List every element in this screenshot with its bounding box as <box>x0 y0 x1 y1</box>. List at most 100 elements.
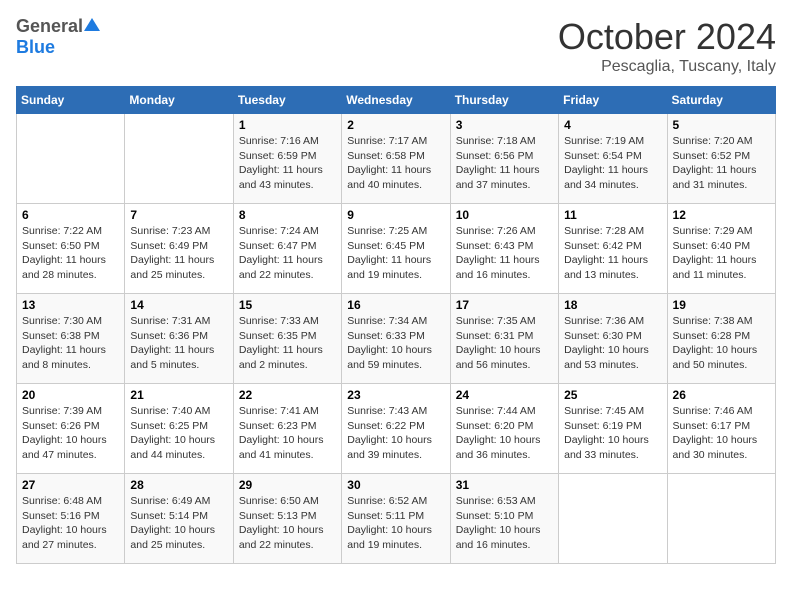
calendar-cell: 19 Sunrise: 7:38 AMSunset: 6:28 PMDayligh… <box>667 294 775 384</box>
day-info: Sunrise: 7:23 AMSunset: 6:49 PMDaylight:… <box>130 224 227 283</box>
calendar-cell: 26 Sunrise: 7:46 AMSunset: 6:17 PMDayligh… <box>667 384 775 474</box>
day-info: Sunrise: 7:17 AMSunset: 6:58 PMDaylight:… <box>347 134 444 193</box>
calendar-cell <box>667 474 775 564</box>
day-number: 31 <box>456 478 553 492</box>
day-info: Sunrise: 7:43 AMSunset: 6:22 PMDaylight:… <box>347 404 444 463</box>
calendar-cell: 30 Sunrise: 6:52 AMSunset: 5:11 PMDayligh… <box>342 474 450 564</box>
month-title: October 2024 <box>558 16 776 58</box>
day-number: 23 <box>347 388 444 402</box>
day-info: Sunrise: 7:38 AMSunset: 6:28 PMDaylight:… <box>673 314 770 373</box>
calendar-cell: 31 Sunrise: 6:53 AMSunset: 5:10 PMDayligh… <box>450 474 558 564</box>
week-row-3: 13 Sunrise: 7:30 AMSunset: 6:38 PMDayligh… <box>17 294 776 384</box>
day-number: 17 <box>456 298 553 312</box>
day-info: Sunrise: 7:26 AMSunset: 6:43 PMDaylight:… <box>456 224 553 283</box>
calendar-cell: 14 Sunrise: 7:31 AMSunset: 6:36 PMDayligh… <box>125 294 233 384</box>
day-number: 22 <box>239 388 336 402</box>
day-number: 10 <box>456 208 553 222</box>
day-number: 14 <box>130 298 227 312</box>
logo: General Blue <box>16 16 100 58</box>
day-info: Sunrise: 7:40 AMSunset: 6:25 PMDaylight:… <box>130 404 227 463</box>
day-number: 4 <box>564 118 661 132</box>
day-number: 28 <box>130 478 227 492</box>
day-info: Sunrise: 6:53 AMSunset: 5:10 PMDaylight:… <box>456 494 553 553</box>
weekday-header-thursday: Thursday <box>450 87 558 114</box>
day-info: Sunrise: 7:24 AMSunset: 6:47 PMDaylight:… <box>239 224 336 283</box>
calendar-cell: 22 Sunrise: 7:41 AMSunset: 6:23 PMDayligh… <box>233 384 341 474</box>
day-number: 21 <box>130 388 227 402</box>
day-info: Sunrise: 7:28 AMSunset: 6:42 PMDaylight:… <box>564 224 661 283</box>
day-number: 12 <box>673 208 770 222</box>
calendar-cell: 1 Sunrise: 7:16 AMSunset: 6:59 PMDaylight… <box>233 114 341 204</box>
day-info: Sunrise: 7:41 AMSunset: 6:23 PMDaylight:… <box>239 404 336 463</box>
calendar-cell: 28Sunrise: 6:49 AMSunset: 5:14 PMDayligh… <box>125 474 233 564</box>
day-number: 3 <box>456 118 553 132</box>
day-info: Sunrise: 7:22 AMSunset: 6:50 PMDaylight:… <box>22 224 119 283</box>
day-number: 13 <box>22 298 119 312</box>
weekday-header-tuesday: Tuesday <box>233 87 341 114</box>
day-number: 19 <box>673 298 770 312</box>
day-info: Sunrise: 7:45 AMSunset: 6:19 PMDaylight:… <box>564 404 661 463</box>
day-info: Sunrise: 7:20 AMSunset: 6:52 PMDaylight:… <box>673 134 770 193</box>
calendar-cell: 15 Sunrise: 7:33 AMSunset: 6:35 PMDayligh… <box>233 294 341 384</box>
day-info: Sunrise: 7:33 AMSunset: 6:35 PMDaylight:… <box>239 314 336 373</box>
calendar-cell: 11 Sunrise: 7:28 AMSunset: 6:42 PMDayligh… <box>559 204 667 294</box>
weekday-header-row: SundayMondayTuesdayWednesdayThursdayFrid… <box>17 87 776 114</box>
day-info: Sunrise: 7:34 AMSunset: 6:33 PMDaylight:… <box>347 314 444 373</box>
calendar-cell: 4 Sunrise: 7:19 AMSunset: 6:54 PMDaylight… <box>559 114 667 204</box>
calendar-cell: 16 Sunrise: 7:34 AMSunset: 6:33 PMDayligh… <box>342 294 450 384</box>
day-number: 16 <box>347 298 444 312</box>
calendar-cell: 6 Sunrise: 7:22 AMSunset: 6:50 PMDaylight… <box>17 204 125 294</box>
day-info: Sunrise: 7:46 AMSunset: 6:17 PMDaylight:… <box>673 404 770 463</box>
week-row-4: 20 Sunrise: 7:39 AMSunset: 6:26 PMDayligh… <box>17 384 776 474</box>
calendar-table: SundayMondayTuesdayWednesdayThursdayFrid… <box>16 86 776 564</box>
calendar-cell <box>17 114 125 204</box>
logo-general: General <box>16 16 83 37</box>
calendar-cell: 25 Sunrise: 7:45 AMSunset: 6:19 PMDayligh… <box>559 384 667 474</box>
day-number: 24 <box>456 388 553 402</box>
day-info: Sunrise: 6:52 AMSunset: 5:11 PMDaylight:… <box>347 494 444 553</box>
day-number: 1 <box>239 118 336 132</box>
day-number: 26 <box>673 388 770 402</box>
calendar-cell <box>125 114 233 204</box>
day-info: Sunrise: 7:30 AMSunset: 6:38 PMDaylight:… <box>22 314 119 373</box>
day-number: 20 <box>22 388 119 402</box>
day-info: Sunrise: 7:39 AMSunset: 6:26 PMDaylight:… <box>22 404 119 463</box>
calendar-cell: 9Sunrise: 7:25 AMSunset: 6:45 PMDaylight… <box>342 204 450 294</box>
day-info: Sunrise: 7:19 AMSunset: 6:54 PMDaylight:… <box>564 134 661 193</box>
logo-triangle-icon <box>84 18 100 31</box>
page-header: General Blue October 2024 Pescaglia, Tus… <box>16 16 776 76</box>
week-row-1: 1 Sunrise: 7:16 AMSunset: 6:59 PMDaylight… <box>17 114 776 204</box>
weekday-header-monday: Monday <box>125 87 233 114</box>
calendar-cell: 3 Sunrise: 7:18 AMSunset: 6:56 PMDaylight… <box>450 114 558 204</box>
title-block: October 2024 Pescaglia, Tuscany, Italy <box>558 16 776 76</box>
day-number: 18 <box>564 298 661 312</box>
week-row-5: 27Sunrise: 6:48 AMSunset: 5:16 PMDayligh… <box>17 474 776 564</box>
day-number: 2 <box>347 118 444 132</box>
calendar-cell: 17 Sunrise: 7:35 AMSunset: 6:31 PMDayligh… <box>450 294 558 384</box>
week-row-2: 6 Sunrise: 7:22 AMSunset: 6:50 PMDaylight… <box>17 204 776 294</box>
day-info: Sunrise: 7:16 AMSunset: 6:59 PMDaylight:… <box>239 134 336 193</box>
calendar-cell: 27Sunrise: 6:48 AMSunset: 5:16 PMDayligh… <box>17 474 125 564</box>
weekday-header-wednesday: Wednesday <box>342 87 450 114</box>
day-number: 6 <box>22 208 119 222</box>
calendar-cell: 21 Sunrise: 7:40 AMSunset: 6:25 PMDayligh… <box>125 384 233 474</box>
day-number: 30 <box>347 478 444 492</box>
day-info: Sunrise: 7:31 AMSunset: 6:36 PMDaylight:… <box>130 314 227 373</box>
calendar-cell <box>559 474 667 564</box>
calendar-cell: 20 Sunrise: 7:39 AMSunset: 6:26 PMDayligh… <box>17 384 125 474</box>
day-info: Sunrise: 7:35 AMSunset: 6:31 PMDaylight:… <box>456 314 553 373</box>
day-number: 15 <box>239 298 336 312</box>
day-number: 11 <box>564 208 661 222</box>
day-number: 9 <box>347 208 444 222</box>
calendar-cell: 24Sunrise: 7:44 AMSunset: 6:20 PMDayligh… <box>450 384 558 474</box>
day-number: 27 <box>22 478 119 492</box>
day-info: Sunrise: 7:18 AMSunset: 6:56 PMDaylight:… <box>456 134 553 193</box>
calendar-cell: 18Sunrise: 7:36 AMSunset: 6:30 PMDayligh… <box>559 294 667 384</box>
calendar-cell: 10 Sunrise: 7:26 AMSunset: 6:43 PMDayligh… <box>450 204 558 294</box>
calendar-cell: 7Sunrise: 7:23 AMSunset: 6:49 PMDaylight… <box>125 204 233 294</box>
calendar-cell: 2 Sunrise: 7:17 AMSunset: 6:58 PMDaylight… <box>342 114 450 204</box>
day-number: 25 <box>564 388 661 402</box>
logo-blue: Blue <box>16 37 55 57</box>
day-number: 29 <box>239 478 336 492</box>
calendar-cell: 8Sunrise: 7:24 AMSunset: 6:47 PMDaylight… <box>233 204 341 294</box>
